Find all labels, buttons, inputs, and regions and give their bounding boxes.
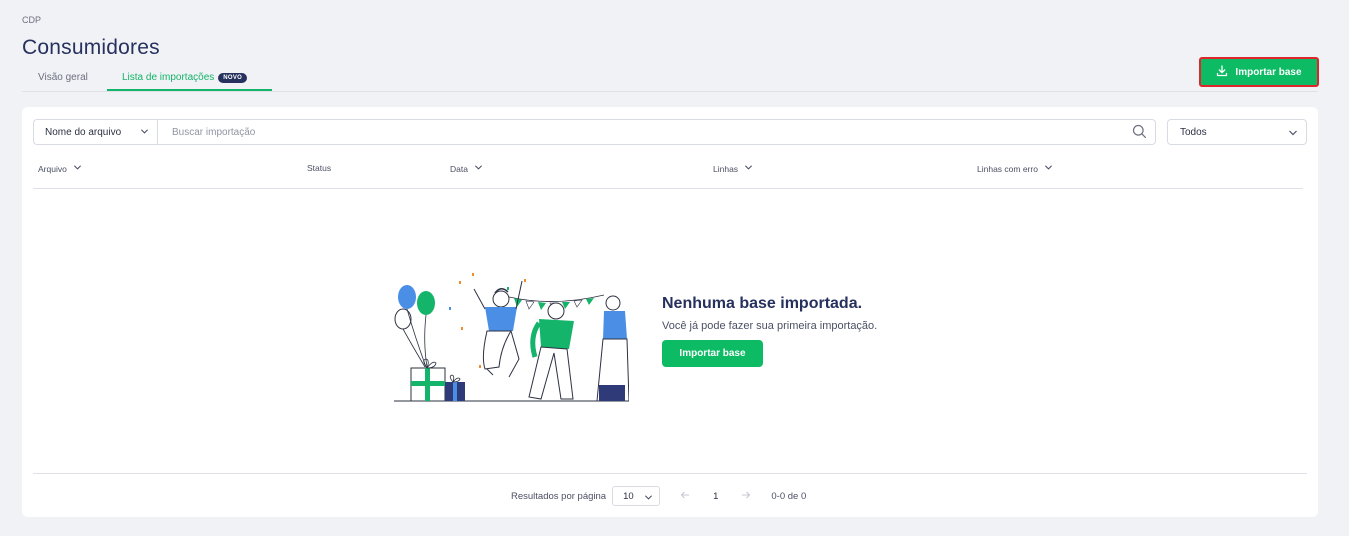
column-header-label: Arquivo — [38, 163, 67, 174]
arrow-right-icon[interactable] — [741, 490, 751, 503]
footer-divider — [33, 473, 1307, 474]
pagination: Resultados por página 10 1 0-0 de 0 — [511, 486, 806, 506]
chevron-down-icon — [474, 163, 483, 174]
tab-bar: Visão geral Lista de importações NOVO — [22, 68, 1318, 92]
empty-state-import-button[interactable]: Importar base — [662, 340, 763, 367]
search-field-value: Nome do arquivo — [45, 126, 122, 138]
chevron-down-icon — [744, 163, 753, 174]
empty-state-title: Nenhuma base importada. — [662, 295, 863, 312]
column-header-status: Status — [307, 163, 331, 173]
new-badge: NOVO — [218, 73, 248, 83]
import-base-label: Importar base — [1235, 66, 1302, 78]
tab-lista-importacoes[interactable]: Lista de importações NOVO — [107, 72, 272, 91]
results-per-page-label: Resultados por página — [511, 490, 607, 502]
current-page-number[interactable]: 1 — [713, 491, 718, 502]
arrow-left-icon[interactable] — [680, 490, 690, 503]
chevron-down-icon — [1044, 163, 1053, 174]
column-header-data[interactable]: Data — [450, 163, 483, 174]
breadcrumb: CDP — [22, 15, 42, 25]
column-header-label: Data — [450, 163, 468, 174]
tab-label: Visão geral — [38, 72, 88, 83]
column-header-label: Linhas com erro — [977, 163, 1038, 174]
table-header: Arquivo Status Data Linhas Linhas com er… — [33, 157, 1303, 189]
column-header-linhas-com-erro[interactable]: Linhas com erro — [977, 163, 1053, 174]
status-filter-value: Todos — [1180, 126, 1207, 138]
celebration-illustration — [394, 273, 629, 402]
status-filter-select[interactable]: Todos — [1167, 119, 1307, 145]
chevron-down-icon — [1288, 128, 1298, 141]
imports-card: Nome do arquivo Todos Arquivo Status Dat… — [22, 107, 1318, 517]
chevron-down-icon — [644, 493, 653, 505]
empty-state: Nenhuma base importada. Você já pode faz… — [389, 267, 949, 407]
empty-state-subtitle: Você já pode fazer sua primeira importaç… — [662, 320, 878, 332]
download-icon — [1216, 64, 1228, 80]
chevron-down-icon — [140, 127, 149, 139]
tab-label: Lista de importações — [122, 72, 215, 83]
column-header-label: Linhas — [713, 163, 739, 174]
column-header-label: Status — [307, 163, 332, 173]
chevron-down-icon — [73, 163, 82, 174]
import-base-button[interactable]: Importar base — [1199, 57, 1319, 87]
page-size-value: 10 — [623, 490, 634, 502]
page-size-select[interactable]: 10 — [612, 486, 661, 506]
column-header-arquivo[interactable]: Arquivo — [38, 163, 82, 174]
results-range: 0-0 de 0 — [771, 490, 807, 502]
tab-visao-geral[interactable]: Visão geral — [38, 72, 88, 91]
search-field-select[interactable]: Nome do arquivo — [34, 120, 158, 144]
search-bar: Nome do arquivo — [33, 119, 1156, 145]
page-title: Consumidores — [22, 36, 160, 59]
search-input[interactable] — [159, 120, 1129, 144]
column-header-linhas[interactable]: Linhas — [713, 163, 753, 174]
search-icon[interactable] — [1132, 124, 1147, 144]
